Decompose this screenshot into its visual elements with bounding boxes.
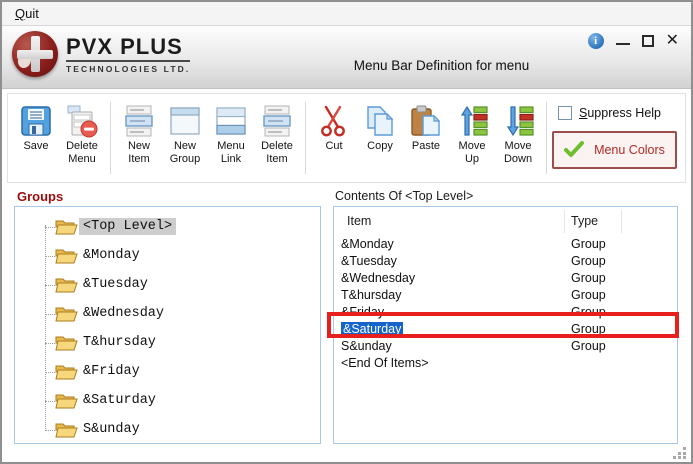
window-controls: i ✕ <box>588 33 679 49</box>
menu-colors-label: Menu Colors <box>594 143 665 157</box>
delete-item-label: Delete Item <box>255 140 299 166</box>
list-row-wednesday[interactable]: &Wednesday Group <box>334 269 677 286</box>
tree-item-friday[interactable]: &Friday <box>15 357 320 386</box>
save-button[interactable]: Save <box>13 101 59 167</box>
column-divider <box>564 210 565 233</box>
cut-icon <box>317 102 351 140</box>
list-row-end-of-items[interactable]: <End Of Items> <box>334 354 677 371</box>
toolbar-separator <box>110 102 111 174</box>
menu-link-label: Menu Link <box>209 140 253 166</box>
green-check-icon <box>564 141 584 159</box>
folder-icon <box>55 217 78 236</box>
list-row-tuesday[interactable]: &Tuesday Group <box>334 252 677 269</box>
toolbar: Save Delete Menu <box>7 93 686 183</box>
move-down-label: Move Down <box>496 140 540 166</box>
tree-item-thursday[interactable]: T&hursday <box>15 328 320 357</box>
window-title: Menu Bar Definition for menu <box>192 58 691 73</box>
new-group-button[interactable]: New Group <box>162 101 208 167</box>
list-row-sunday[interactable]: S&unday Group <box>334 337 677 354</box>
copy-label: Copy <box>367 140 393 166</box>
copy-button[interactable]: Copy <box>357 101 403 167</box>
groups-tree-panel: <Top Level> &Monday &Tuesday &Wednesday <box>14 206 321 444</box>
move-up-button[interactable]: Move Up <box>449 101 495 167</box>
delete-item-button[interactable]: Delete Item <box>254 101 300 167</box>
tree-item-sunday[interactable]: S&unday <box>15 415 320 444</box>
toolbar-right-zone: Suppress Help Menu Colors <box>552 101 681 169</box>
toolbar-separator <box>546 102 547 174</box>
tree-item-saturday[interactable]: &Saturday <box>15 386 320 415</box>
globe-cross-logo-icon <box>12 31 58 77</box>
list-row-friday[interactable]: &Friday Group <box>334 303 677 320</box>
folder-icon <box>55 246 78 265</box>
minimize-button[interactable] <box>616 43 630 45</box>
folder-icon <box>55 304 78 323</box>
move-down-icon <box>500 102 536 140</box>
contents-section-label: Contents Of <Top Level> <box>335 189 473 203</box>
menu-bar-definition-window: Quit PVX PLUS TECHNOLOGIES LTD. Menu Bar… <box>0 0 693 464</box>
menu-link-button[interactable]: Menu Link <box>208 101 254 167</box>
delete-item-icon <box>260 102 294 140</box>
resize-grip[interactable] <box>673 445 687 459</box>
move-up-icon <box>454 102 490 140</box>
toolbar-separator <box>305 102 306 174</box>
new-item-icon <box>122 102 156 140</box>
brand-tagline: TECHNOLOGIES LTD. <box>66 64 190 74</box>
menu-quit[interactable]: Quit <box>15 6 39 21</box>
folder-icon <box>55 333 78 352</box>
menu-bar: Quit <box>2 2 691 26</box>
new-group-label: New Group <box>163 140 207 166</box>
folder-icon <box>55 391 78 410</box>
paste-icon <box>408 102 444 140</box>
tree-item-tuesday[interactable]: &Tuesday <box>15 270 320 299</box>
tree-item-wednesday[interactable]: &Wednesday <box>15 299 320 328</box>
move-down-button[interactable]: Move Down <box>495 101 541 167</box>
suppress-help-label: Suppress Help <box>579 106 661 120</box>
pvx-plus-logo: PVX PLUS TECHNOLOGIES LTD. <box>12 31 190 77</box>
new-item-label: New Item <box>117 140 161 166</box>
save-icon <box>19 102 53 140</box>
column-header-item[interactable]: Item <box>347 214 371 228</box>
contents-list-panel: Item Type &Monday Group &Tuesday Group &… <box>333 206 678 444</box>
column-divider <box>621 210 622 233</box>
header-band: PVX PLUS TECHNOLOGIES LTD. Menu Bar Defi… <box>2 26 691 89</box>
menu-colors-button[interactable]: Menu Colors <box>552 131 677 169</box>
new-group-icon <box>168 102 202 140</box>
selected-item-text: &Saturday <box>341 322 403 336</box>
menu-link-icon <box>214 102 248 140</box>
cut-button[interactable]: Cut <box>311 101 357 167</box>
tree-item-monday[interactable]: &Monday <box>15 241 320 270</box>
list-row-monday[interactable]: &Monday Group <box>334 235 677 252</box>
folder-icon <box>55 275 78 294</box>
new-item-button[interactable]: New Item <box>116 101 162 167</box>
groups-section-label: Groups <box>17 189 63 204</box>
suppress-help-checkbox[interactable]: Suppress Help <box>558 106 677 120</box>
folder-icon <box>55 362 78 381</box>
tree-item-top-level[interactable]: <Top Level> <box>15 212 320 241</box>
copy-icon <box>362 102 398 140</box>
brand-name: PVX PLUS <box>66 35 190 62</box>
folder-icon <box>55 420 78 439</box>
paste-button[interactable]: Paste <box>403 101 449 167</box>
cut-label: Cut <box>325 140 342 166</box>
delete-menu-label: Delete Menu <box>60 140 104 166</box>
maximize-button[interactable] <box>642 35 654 47</box>
info-icon[interactable]: i <box>588 33 604 49</box>
checkbox-icon[interactable] <box>558 106 572 120</box>
paste-label: Paste <box>412 140 440 166</box>
close-button[interactable]: ✕ <box>666 33 679 49</box>
list-header: Item Type <box>334 207 677 235</box>
move-up-label: Move Up <box>450 140 494 166</box>
delete-menu-button[interactable]: Delete Menu <box>59 101 105 167</box>
column-header-type[interactable]: Type <box>571 214 598 228</box>
list-row-thursday[interactable]: T&hursday Group <box>334 286 677 303</box>
save-label: Save <box>23 140 48 166</box>
delete-menu-icon <box>64 102 100 140</box>
list-row-saturday-selected[interactable]: &Saturday Group <box>334 320 677 337</box>
